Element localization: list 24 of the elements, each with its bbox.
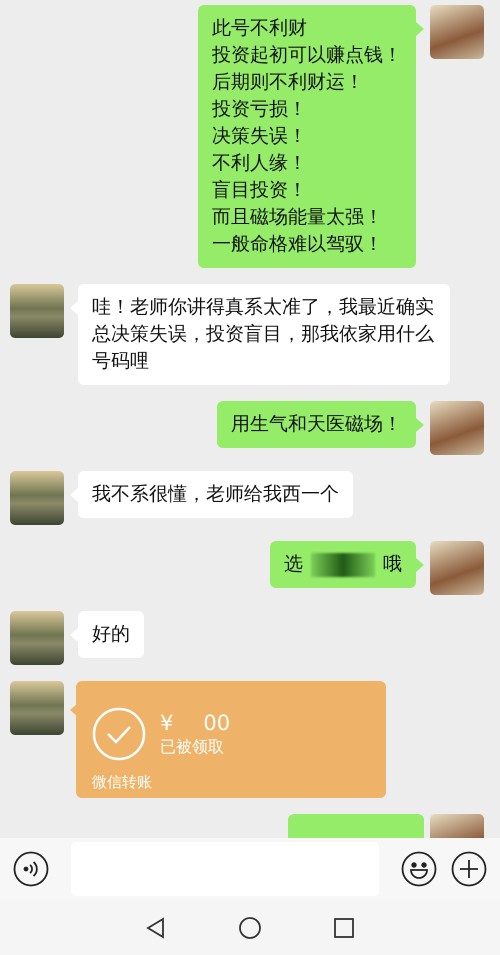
- emoji-icon[interactable]: [401, 851, 437, 887]
- check-circle-icon: [92, 707, 146, 761]
- voice-icon[interactable]: [13, 851, 49, 887]
- transfer-card[interactable]: ¥ 00 已被领取 微信转账: [76, 681, 386, 798]
- landscape-avatar-placeholder[interactable]: [10, 681, 64, 735]
- transfer-label: 微信转账: [92, 773, 153, 792]
- amount-text: 00: [203, 710, 230, 734]
- amount-text: ¥: [160, 710, 174, 734]
- avatar-photo-placeholder[interactable]: [430, 5, 484, 59]
- message-bubble: 选 哦: [270, 541, 416, 588]
- avatar-photo-placeholder[interactable]: [430, 401, 484, 455]
- message-bubble: 用生气和天医磁场！: [217, 401, 416, 448]
- message-bubble: 此号不利财 投资起初可以赚点钱！ 后期则不利财运！ 投资亏损！ 决策失误！ 不利人缘！ 盲目投资！ 而且磁场能量太强！ 一般命格难以驾驭！: [198, 5, 416, 268]
- landscape-avatar-placeholder[interactable]: [10, 471, 64, 525]
- plus-icon[interactable]: [451, 851, 487, 887]
- message-bubble: 好的: [78, 611, 144, 658]
- message-bubble: 哇！老师你讲得真系太准了，我最近确实总决策失误，投资盲目，那我依家用什么号码哩: [78, 284, 450, 385]
- landscape-avatar-placeholder[interactable]: [10, 284, 64, 338]
- status-text: 已被领取: [160, 736, 225, 758]
- avatar-photo-placeholder[interactable]: [430, 541, 484, 595]
- home-icon[interactable]: [238, 916, 262, 940]
- message-bubble: 我不系很懂，老师给我西一个: [78, 471, 353, 518]
- recents-icon[interactable]: [332, 916, 356, 940]
- landscape-avatar-placeholder[interactable]: [10, 611, 64, 665]
